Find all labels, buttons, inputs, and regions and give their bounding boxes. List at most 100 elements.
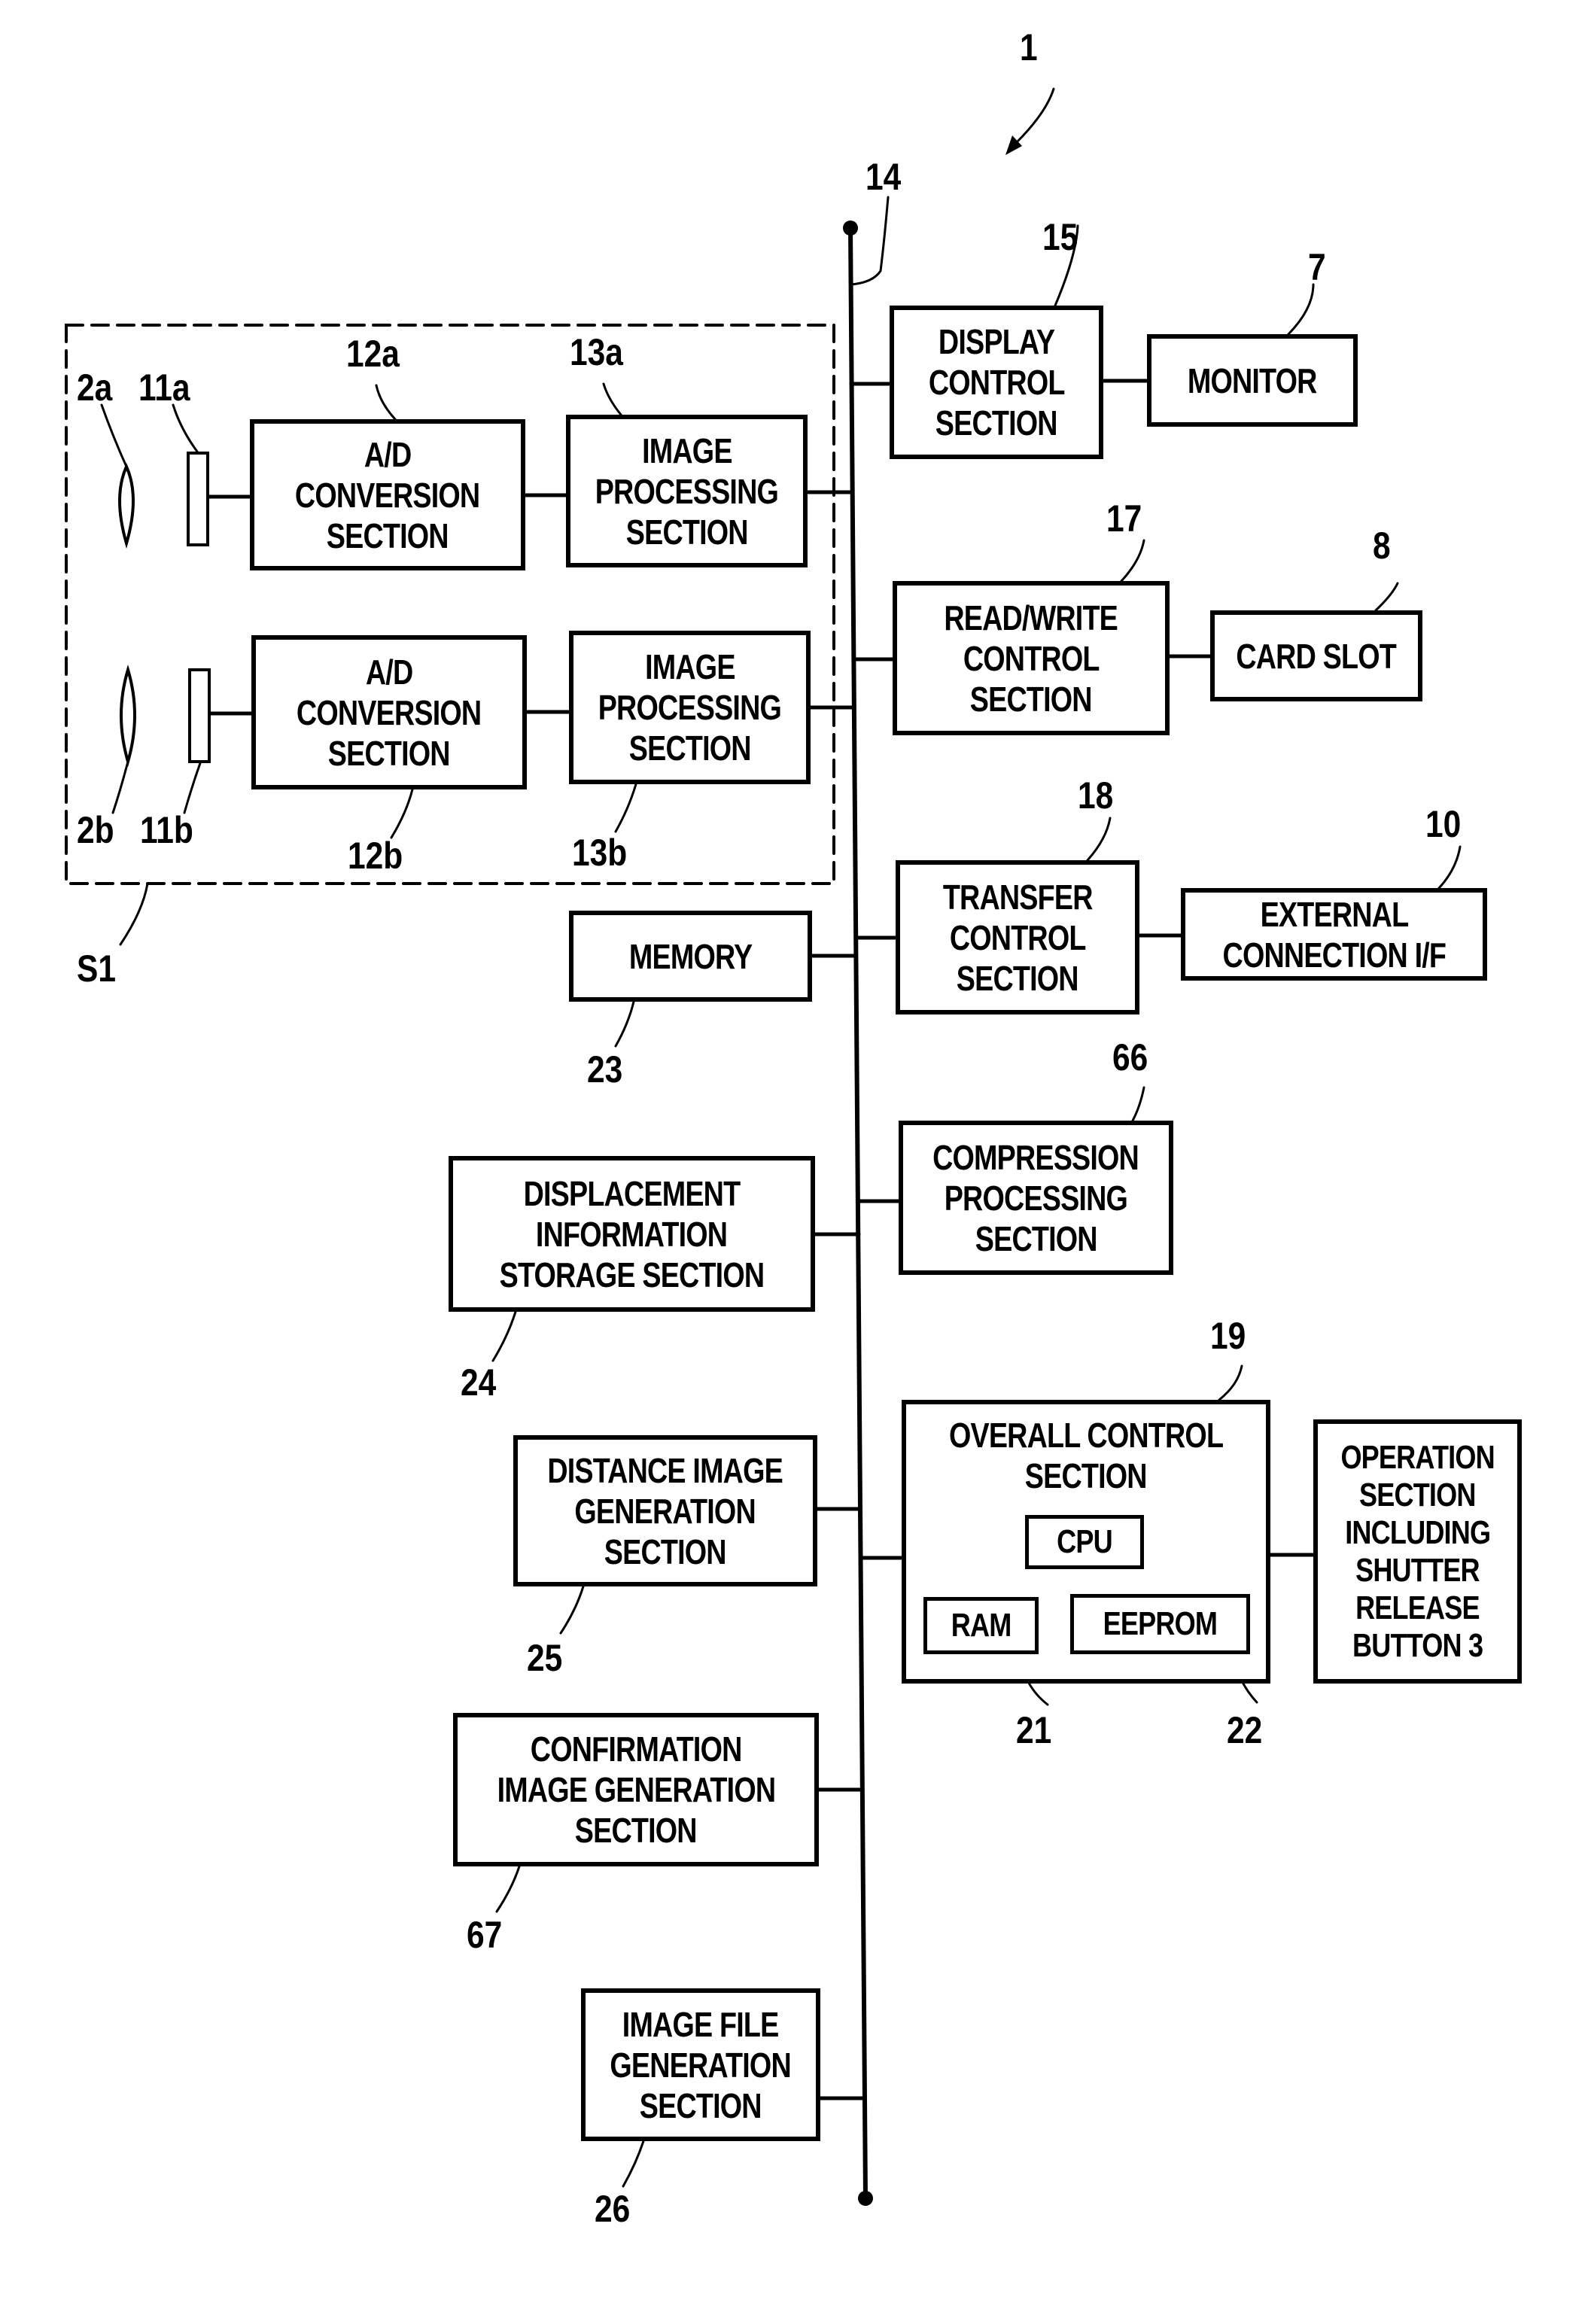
transfer-line-3: SECTION xyxy=(957,958,1079,998)
external-connection-interface: EXTERNAL CONNECTION I/F xyxy=(1181,888,1487,981)
leader-14 xyxy=(850,196,890,286)
leader-13a xyxy=(602,382,622,416)
operation-line-5: RELEASE xyxy=(1355,1589,1480,1626)
operation-section: OPERATION SECTION INCLUDING SHUTTER RELE… xyxy=(1313,1419,1522,1684)
leader-24 xyxy=(491,1310,517,1362)
display-control-line-3: SECTION xyxy=(935,403,1058,443)
external-line-2: CONNECTION I/F xyxy=(1222,935,1446,975)
image-processing-section-b: IMAGE PROCESSING SECTION xyxy=(569,631,811,784)
confirmation-line-1: CONFIRMATION xyxy=(530,1729,743,1769)
monitor: MONITOR xyxy=(1147,334,1358,427)
ram: RAM xyxy=(923,1597,1039,1654)
ip-b-line-2: PROCESSING xyxy=(598,688,782,727)
distance-line-2: GENERATION xyxy=(574,1491,756,1531)
ref-ram: 21 xyxy=(1016,1709,1052,1751)
confirmation-line-3: SECTION xyxy=(575,1811,698,1850)
ref-lens-b: 2b xyxy=(77,809,114,851)
read-write-line-2: CONTROL xyxy=(963,638,1100,678)
ad-b-line-1: A/D xyxy=(365,652,413,692)
ref-monitor: 7 xyxy=(1308,246,1326,288)
monitor-label: MONITOR xyxy=(1188,360,1318,400)
ref-read-write: 17 xyxy=(1106,497,1142,540)
operation-line-3: INCLUDING xyxy=(1344,1513,1491,1551)
leader-11b xyxy=(183,762,202,814)
cpu-label: CPU xyxy=(1057,1523,1113,1560)
lens-2b-icon xyxy=(120,665,136,768)
distance-line-1: DISTANCE IMAGE xyxy=(547,1450,783,1490)
leader-2b xyxy=(111,760,129,814)
compression-line-1: COMPRESSION xyxy=(932,1137,1140,1177)
overall-title: OVERALL CONTROL SECTION xyxy=(906,1415,1266,1496)
leader-12a xyxy=(375,384,397,421)
confirmation-image-generation-section: CONFIRMATION IMAGE GENERATION SECTION xyxy=(453,1713,819,1866)
operation-line-6: BUTTON 3 xyxy=(1352,1626,1483,1664)
image-file-line-3: SECTION xyxy=(640,2085,762,2125)
ref-lens-a: 2a xyxy=(77,367,113,409)
ref-external: 10 xyxy=(1425,803,1462,845)
ref-device: 1 xyxy=(1020,26,1038,68)
leader-17 xyxy=(1120,539,1145,583)
ref-displacement: 24 xyxy=(461,1361,497,1404)
ref-confirmation: 67 xyxy=(467,1914,503,1956)
memory: MEMORY xyxy=(569,911,812,1002)
ref-sensor-a: 11a xyxy=(138,367,190,409)
displacement-information-storage-section: DISPLACEMENT INFORMATION STORAGE SECTION xyxy=(449,1156,815,1312)
transfer-line-1: TRANSFER xyxy=(942,877,1094,917)
eeprom-label: EEPROM xyxy=(1103,1605,1218,1642)
operation-line-2: SECTION xyxy=(1359,1476,1476,1513)
operation-line-1: OPERATION xyxy=(1340,1438,1495,1476)
distance-image-generation-section: DISTANCE IMAGE GENERATION SECTION xyxy=(513,1435,817,1586)
transfer-line-2: CONTROL xyxy=(949,917,1087,957)
ref-distance: 25 xyxy=(527,1637,563,1679)
ad-conversion-section-a: A/D CONVERSION SECTION xyxy=(250,419,525,570)
overall-line-1: OVERALL CONTROL xyxy=(948,1416,1224,1455)
ref-compression: 66 xyxy=(1112,1036,1148,1078)
ref-image-file: 26 xyxy=(595,2188,631,2230)
leader-66 xyxy=(1131,1086,1145,1122)
compression-line-3: SECTION xyxy=(975,1218,1098,1258)
leader-12b xyxy=(390,788,414,839)
display-control-section: DISPLAY CONTROL SECTION xyxy=(890,306,1103,459)
image-file-line-2: GENERATION xyxy=(610,2045,792,2085)
overall-control-section: OVERALL CONTROL SECTION CPU RAM EEPROM xyxy=(902,1400,1270,1684)
ip-a-line-3: SECTION xyxy=(625,512,749,552)
ip-b-line-1: IMAGE xyxy=(644,647,735,686)
ip-a-line-2: PROCESSING xyxy=(595,471,779,511)
ram-label: RAM xyxy=(951,1607,1012,1644)
ref-display-control: 15 xyxy=(1042,216,1078,258)
displacement-line-1: DISPLACEMENT xyxy=(523,1173,741,1213)
ad-a-line-3: SECTION xyxy=(327,516,449,555)
image-sensor-11b xyxy=(188,668,211,763)
confirmation-line-2: IMAGE GENERATION xyxy=(497,1770,775,1809)
lens-2a-icon xyxy=(118,463,135,549)
read-write-line-3: SECTION xyxy=(970,679,1093,719)
image-processing-section-a: IMAGE PROCESSING SECTION xyxy=(566,415,808,567)
leader-13b xyxy=(614,783,637,833)
image-file-line-1: IMAGE FILE xyxy=(622,2004,779,2044)
bus-bottom-terminal xyxy=(858,2191,873,2206)
ad-b-line-2: CONVERSION xyxy=(297,692,482,732)
display-control-line-2: CONTROL xyxy=(928,363,1066,402)
ad-a-line-1: A/D xyxy=(364,434,412,474)
overall-line-2: SECTION xyxy=(1025,1456,1148,1495)
ref-ip-a: 13a xyxy=(570,331,623,373)
leader-7 xyxy=(1287,283,1315,336)
leader-19 xyxy=(1218,1364,1243,1401)
compression-line-2: PROCESSING xyxy=(944,1178,1128,1218)
memory-label: MEMORY xyxy=(628,936,753,976)
leader-23 xyxy=(614,1000,635,1048)
ad-b-line-3: SECTION xyxy=(328,733,451,773)
external-line-1: EXTERNAL xyxy=(1260,894,1409,934)
image-file-generation-section: IMAGE FILE GENERATION SECTION xyxy=(581,1988,820,2141)
leader-2a xyxy=(100,403,128,468)
ad-a-line-2: CONVERSION xyxy=(295,475,480,515)
leader-8 xyxy=(1374,582,1399,612)
transfer-control-section: TRANSFER CONTROL SECTION xyxy=(896,860,1139,1014)
ref-stereo-group: S1 xyxy=(77,948,116,990)
display-control-line-1: DISPLAY xyxy=(938,322,1055,361)
displacement-line-3: STORAGE SECTION xyxy=(499,1255,765,1294)
ref-ad-b: 12b xyxy=(348,835,403,877)
leader-67 xyxy=(495,1865,521,1913)
card-slot: CARD SLOT xyxy=(1210,610,1422,701)
distance-line-3: SECTION xyxy=(604,1532,727,1571)
